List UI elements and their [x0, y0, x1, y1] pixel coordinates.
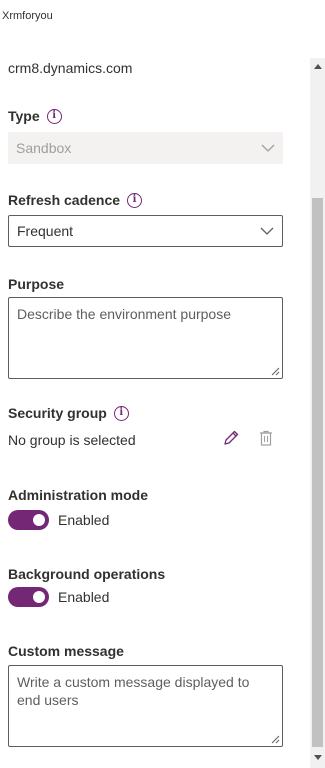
security-group-label-text: Security group — [8, 405, 107, 421]
pencil-icon[interactable] — [220, 427, 242, 449]
scroll-up-arrow-icon[interactable] — [314, 64, 322, 69]
app-name: Xrmforyou — [2, 10, 53, 22]
info-icon[interactable]: i — [127, 192, 143, 208]
administration-mode-row: Enabled — [8, 510, 109, 530]
type-value: Sandbox — [16, 140, 72, 156]
trash-icon[interactable] — [255, 427, 277, 449]
security-group-label: Security group i — [8, 405, 129, 421]
background-operations-state: Enabled — [58, 589, 110, 605]
scroll-down-arrow-icon[interactable] — [314, 755, 322, 760]
custom-message-label-text: Custom message — [8, 643, 124, 659]
administration-mode-state: Enabled — [58, 512, 110, 528]
custom-message-textarea[interactable]: Write a custom message displayed to end … — [8, 665, 283, 747]
vertical-scrollbar[interactable] — [310, 58, 325, 768]
custom-message-placeholder: Write a custom message displayed to end … — [17, 674, 250, 708]
info-icon[interactable]: i — [46, 108, 62, 124]
type-dropdown: Sandbox — [8, 132, 283, 164]
info-icon[interactable]: i — [113, 405, 129, 421]
toggle-knob — [33, 514, 45, 526]
purpose-label: Purpose — [8, 276, 64, 292]
environment-settings-panel: crm8.dynamics.com Type i Sandbox Refresh… — [0, 56, 310, 768]
toggle-knob — [33, 591, 45, 603]
environment-url: crm8.dynamics.com — [8, 60, 133, 76]
background-operations-label-text: Background operations — [8, 566, 166, 582]
type-label: Type i — [8, 108, 62, 124]
refresh-cadence-dropdown[interactable]: Frequent — [8, 215, 283, 247]
refresh-cadence-value: Frequent — [17, 223, 74, 239]
administration-mode-label-text: Administration mode — [8, 487, 149, 503]
administration-mode-toggle[interactable] — [8, 510, 49, 530]
background-operations-row: Enabled — [8, 587, 109, 607]
resize-grip-icon[interactable] — [270, 366, 280, 376]
custom-message-label: Custom message — [8, 643, 124, 659]
chevron-down-icon — [261, 144, 275, 152]
purpose-label-text: Purpose — [8, 276, 65, 292]
background-operations-toggle[interactable] — [8, 587, 49, 607]
chevron-down-icon — [260, 227, 274, 235]
purpose-placeholder: Describe the environment purpose — [17, 306, 232, 322]
scrollbar-thumb[interactable] — [312, 198, 323, 747]
refresh-cadence-label: Refresh cadence i — [8, 192, 143, 208]
purpose-textarea[interactable]: Describe the environment purpose — [8, 297, 283, 379]
security-group-value: No group is selected — [8, 432, 136, 448]
refresh-cadence-label-text: Refresh cadence — [8, 192, 121, 208]
background-operations-label: Background operations — [8, 566, 165, 582]
type-label-text: Type — [8, 108, 40, 124]
administration-mode-label: Administration mode — [8, 487, 148, 503]
resize-grip-icon[interactable] — [270, 734, 280, 744]
